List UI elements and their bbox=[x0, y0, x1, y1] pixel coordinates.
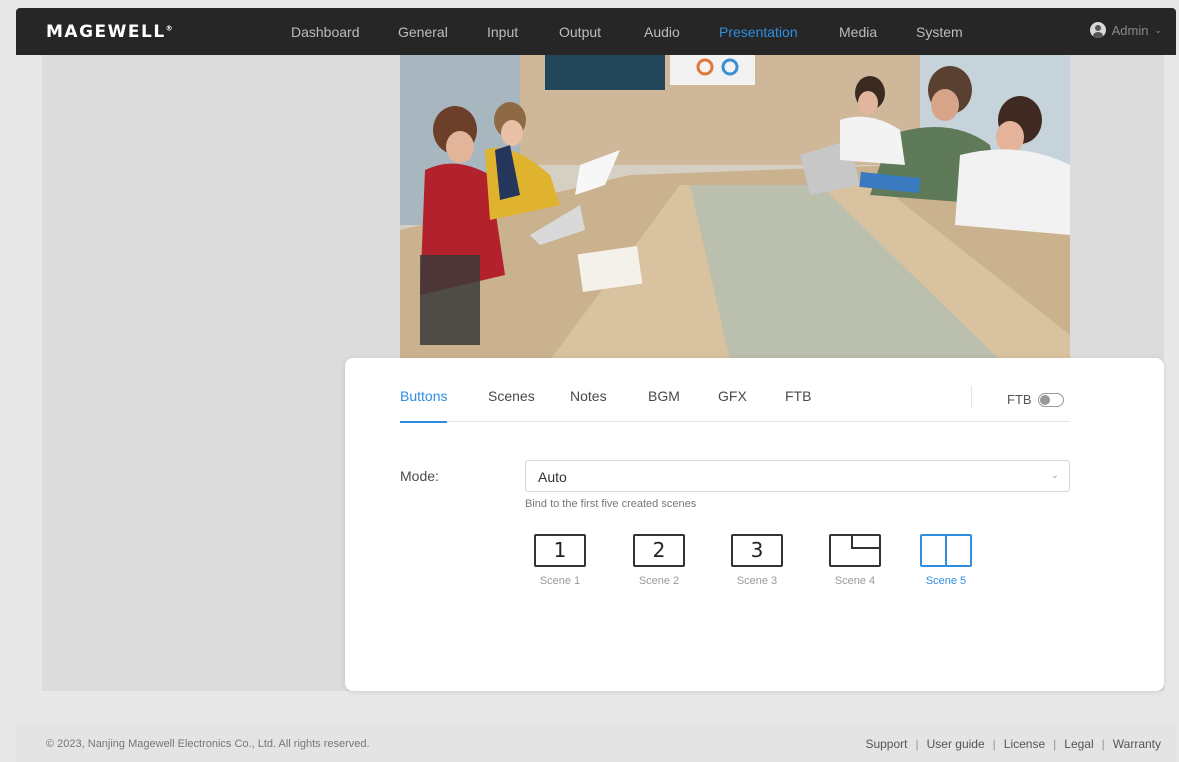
footer: © 2023, Nanjing Magewell Electronics Co.… bbox=[16, 724, 1176, 762]
scene-button-5[interactable]: Scene 5 bbox=[916, 534, 976, 587]
scene-3-icon: 3 bbox=[731, 534, 783, 567]
tab-gfx[interactable]: GFX bbox=[718, 388, 747, 422]
tab-notes[interactable]: Notes bbox=[570, 388, 607, 422]
tab-bgm[interactable]: BGM bbox=[648, 388, 680, 422]
nav-output[interactable]: Output bbox=[559, 24, 601, 40]
footer-link-support[interactable]: Support bbox=[865, 737, 907, 751]
magewell-logo[interactable]: MAGEWELL® bbox=[46, 22, 174, 42]
user-name: Admin bbox=[1111, 22, 1149, 38]
presentation-preview-image bbox=[400, 55, 1070, 360]
ftb-toggle-label: FTB bbox=[1007, 392, 1032, 407]
scene-2-icon: 2 bbox=[633, 534, 685, 567]
presentation-panel: Buttons Scenes Notes BGM GFX FTB FTB Mod… bbox=[345, 358, 1164, 691]
mode-hint: Bind to the first five created scenes bbox=[525, 498, 697, 510]
top-navbar: MAGEWELL® Dashboard General Input Output… bbox=[16, 8, 1176, 55]
nav-input[interactable]: Input bbox=[487, 24, 518, 40]
scene-label: Scene 3 bbox=[736, 575, 778, 587]
nav-audio[interactable]: Audio bbox=[644, 24, 680, 40]
ftb-toggle-group: FTB bbox=[1007, 392, 1064, 407]
scene-label: Scene 4 bbox=[834, 575, 876, 587]
picture-in-picture-layout-icon bbox=[829, 534, 881, 567]
side-by-side-layout-icon bbox=[920, 534, 972, 567]
scene-button-1[interactable]: 1 Scene 1 bbox=[530, 534, 590, 587]
nav-presentation[interactable]: Presentation bbox=[719, 24, 798, 40]
footer-links: Support | User guide | License | Legal |… bbox=[865, 737, 1161, 751]
tab-scenes[interactable]: Scenes bbox=[488, 388, 535, 422]
tab-buttons[interactable]: Buttons bbox=[400, 388, 448, 423]
scene-button-2[interactable]: 2 Scene 2 bbox=[629, 534, 689, 587]
nav-dashboard[interactable]: Dashboard bbox=[291, 24, 360, 40]
scene-label: Scene 5 bbox=[925, 575, 967, 587]
scene-label: Scene 2 bbox=[638, 575, 680, 587]
scene-label: Scene 1 bbox=[539, 575, 581, 587]
footer-link-user-guide[interactable]: User guide bbox=[927, 737, 985, 751]
mode-select[interactable]: Auto ⌄ bbox=[525, 460, 1070, 492]
mode-label: Mode: bbox=[400, 468, 439, 484]
mode-select-value: Auto bbox=[538, 469, 567, 485]
footer-link-warranty[interactable]: Warranty bbox=[1113, 737, 1161, 751]
copyright-text: © 2023, Nanjing Magewell Electronics Co.… bbox=[46, 738, 370, 750]
scene-button-3[interactable]: 3 Scene 3 bbox=[727, 534, 787, 587]
tab-ftb[interactable]: FTB bbox=[785, 388, 811, 422]
tab-divider bbox=[971, 386, 972, 408]
chevron-down-icon: ⌄ bbox=[1050, 470, 1059, 481]
footer-link-legal[interactable]: Legal bbox=[1064, 737, 1093, 751]
user-avatar-icon bbox=[1089, 22, 1106, 38]
nav-general[interactable]: General bbox=[398, 24, 448, 40]
ftb-toggle-switch[interactable] bbox=[1037, 392, 1064, 407]
user-menu[interactable]: Admin ⌄ bbox=[1089, 22, 1162, 38]
toggle-knob bbox=[1039, 394, 1050, 405]
footer-link-license[interactable]: License bbox=[1004, 737, 1045, 751]
chevron-down-icon: ⌄ bbox=[1154, 24, 1162, 35]
scene-button-4[interactable]: Scene 4 bbox=[825, 534, 885, 587]
nav-system[interactable]: System bbox=[916, 24, 963, 40]
panel-tabs: Buttons Scenes Notes BGM GFX FTB bbox=[400, 388, 1070, 423]
nav-media[interactable]: Media bbox=[839, 24, 877, 40]
scene-1-icon: 1 bbox=[534, 534, 586, 567]
